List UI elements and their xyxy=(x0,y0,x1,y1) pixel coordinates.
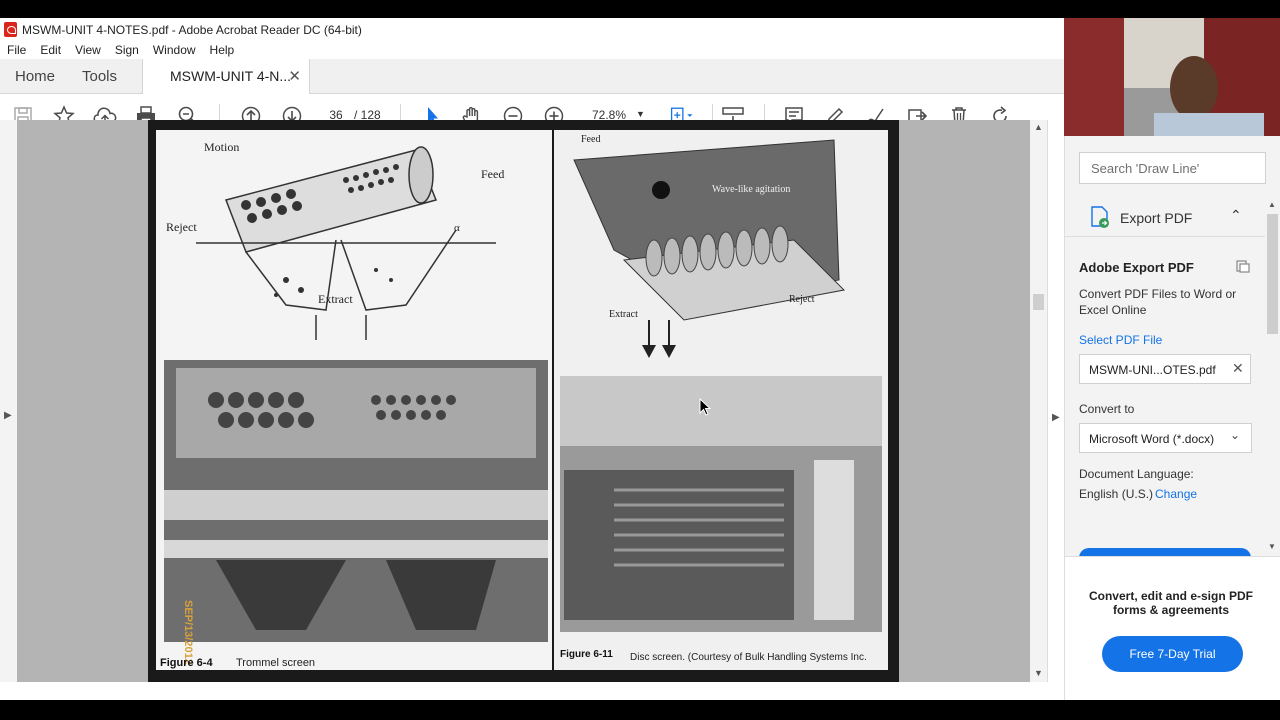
change-language-link[interactable]: Change xyxy=(1155,487,1197,501)
document-language-value: English (U.S.) xyxy=(1079,487,1154,501)
tools-pane: Search 'Draw Line' Export PDF ⌃ Adobe Ex… xyxy=(1064,136,1280,700)
export-pdf-icon xyxy=(1091,206,1109,228)
promo-area: Convert, edit and e-sign PDF forms & agr… xyxy=(1065,556,1280,700)
tab-home[interactable]: Home xyxy=(15,59,55,94)
promo-text: Convert, edit and e-sign PDF forms & agr… xyxy=(1088,589,1253,617)
webcam-video-image xyxy=(1064,18,1280,136)
collapse-right-arrow-icon[interactable]: ▶ xyxy=(1052,412,1060,423)
chevron-up-icon[interactable]: ⌃ xyxy=(1230,207,1242,224)
adobe-export-title: Adobe Export PDF xyxy=(1079,260,1194,275)
figure-6-11-number: Figure 6-11 xyxy=(560,649,613,660)
menu-file[interactable]: File xyxy=(0,43,33,57)
webcam-overlay xyxy=(1064,18,1280,136)
label-feed: Feed xyxy=(481,167,504,181)
scroll-up-icon[interactable]: ▲ xyxy=(1034,122,1043,132)
bottom-black-bar xyxy=(0,700,1280,720)
trommel-screen-drawing: Motion Feed Reject Extract α SEP/13/2012… xyxy=(160,140,548,669)
search-tools-input[interactable]: Search 'Draw Line' xyxy=(1079,152,1266,184)
label-feed-disc: Feed xyxy=(581,134,600,145)
pdf-page: Motion Feed Reject Extract α SEP/13/2012… xyxy=(148,120,899,682)
menu-sign[interactable]: Sign xyxy=(108,43,146,57)
label-reject-disc: Reject xyxy=(789,294,815,305)
select-pdf-file-label: Select PDF File xyxy=(1079,333,1163,347)
mouse-cursor-icon xyxy=(699,398,711,416)
convert-to-label: Convert to xyxy=(1079,402,1135,416)
scroll-down-icon[interactable]: ▼ xyxy=(1034,668,1043,678)
scroll-up-icon[interactable]: ▲ xyxy=(1268,200,1276,209)
tab-tools[interactable]: Tools xyxy=(82,59,117,94)
menu-edit[interactable]: Edit xyxy=(33,43,68,57)
tab-document[interactable]: MSWM-UNIT 4-N... ✕ xyxy=(142,59,310,95)
label-reject: Reject xyxy=(166,220,197,234)
tab-bar: Home Tools MSWM-UNIT 4-N... ✕ xyxy=(0,59,1064,95)
free-trial-button[interactable]: Free 7-Day Trial xyxy=(1102,636,1243,672)
vertical-scrollbar[interactable]: ▲ ▼ xyxy=(1030,120,1047,682)
document-language-label: Document Language: xyxy=(1079,467,1194,481)
scroll-thumb[interactable] xyxy=(1267,214,1278,334)
close-tab-icon[interactable]: ✕ xyxy=(288,59,301,94)
right-pane-toggle[interactable]: ▶ xyxy=(1047,120,1064,682)
menu-window[interactable]: Window xyxy=(146,43,203,57)
selected-file-field[interactable]: MSWM-UNI...OTES.pdf ✕ xyxy=(1079,354,1251,384)
info-tag-icon[interactable] xyxy=(1235,258,1251,274)
scroll-down-icon[interactable]: ▼ xyxy=(1268,542,1276,551)
label-extract: Extract xyxy=(318,292,353,306)
tools-pane-scrollbar[interactable]: ▲ ▼ xyxy=(1265,200,1280,556)
scroll-thumb[interactable] xyxy=(1033,294,1044,310)
label-alpha: α xyxy=(454,222,460,234)
menu-bar: File Edit View Sign Window Help xyxy=(0,41,1064,59)
export-pdf-title: Export PDF xyxy=(1120,210,1193,226)
chevron-down-icon: ⌄ xyxy=(1230,428,1241,442)
title-bar: MSWM-UNIT 4-NOTES.pdf - Adobe Acrobat Re… xyxy=(0,18,1064,41)
left-panel-toggle[interactable]: ▶ xyxy=(0,120,17,682)
adobe-export-description: Convert PDF Files to Word or Excel Onlin… xyxy=(1079,287,1237,317)
export-pdf-header[interactable]: Export PDF ⌃ xyxy=(1065,200,1265,236)
figure-6-4-number: Figure 6-4 xyxy=(160,657,213,669)
convert-to-dropdown[interactable]: Microsoft Word (*.docx) ⌄ xyxy=(1079,423,1252,453)
trommel-screen-figure: Motion Feed Reject Extract α SEP/13/2012… xyxy=(156,130,552,670)
date-stamp: SEP/13/2012 xyxy=(182,600,194,665)
label-wave-agitation: Wave-like agitation xyxy=(712,184,790,195)
expand-left-arrow-icon[interactable]: ▶ xyxy=(4,410,12,421)
label-extract-disc: Extract xyxy=(609,309,638,320)
figure-6-4-caption: Trommel screen xyxy=(236,657,315,669)
clear-file-icon[interactable]: ✕ xyxy=(1232,360,1244,377)
window-title: MSWM-UNIT 4-NOTES.pdf - Adobe Acrobat Re… xyxy=(22,22,362,37)
menu-view[interactable]: View xyxy=(68,43,108,57)
disc-screen-drawing: Feed Wave-like agitation Extract Reject … xyxy=(560,134,882,663)
free-trial-label: Free 7-Day Trial xyxy=(1129,647,1216,661)
label-motion: Motion xyxy=(204,140,239,154)
pdf-app-icon xyxy=(4,22,17,37)
panel-divider xyxy=(1065,236,1265,237)
convert-to-value: Microsoft Word (*.docx) xyxy=(1089,432,1215,446)
search-placeholder: Search 'Draw Line' xyxy=(1091,161,1200,176)
tab-document-label: MSWM-UNIT 4-N... xyxy=(170,68,292,84)
figure-6-11-caption: Disc screen. (Courtesy of Bulk Handling … xyxy=(630,652,867,663)
menu-help[interactable]: Help xyxy=(203,43,242,57)
disc-screen-figure: Feed Wave-like agitation Extract Reject … xyxy=(554,130,888,670)
top-black-bar xyxy=(0,0,1280,18)
selected-file-name: MSWM-UNI...OTES.pdf xyxy=(1089,363,1216,377)
